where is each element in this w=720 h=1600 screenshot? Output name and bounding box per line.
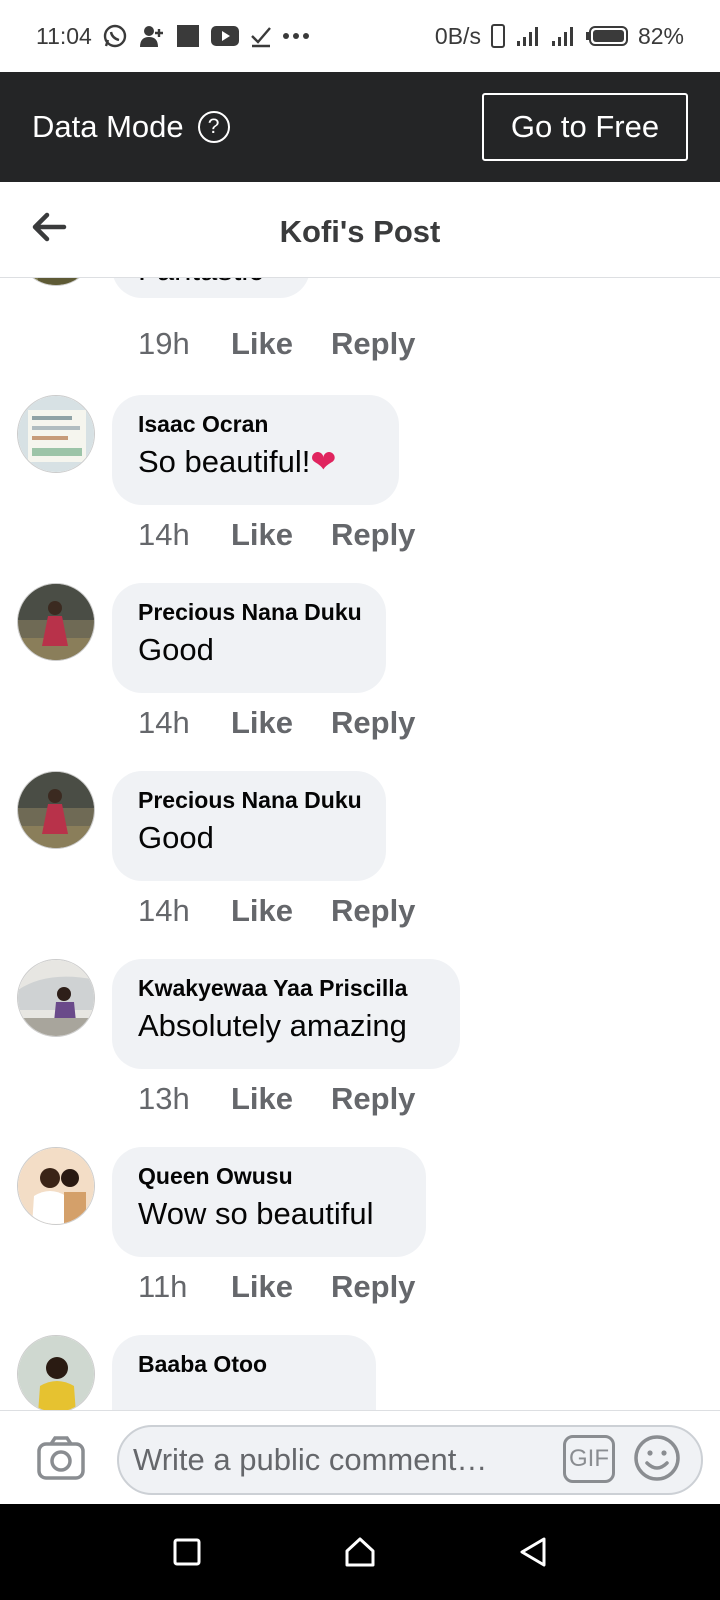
heart-emoji: ❤ bbox=[310, 444, 337, 479]
avatar[interactable] bbox=[17, 395, 95, 473]
screen: 11:04 0B/s 82% Data Mode ? Go to Free Ko… bbox=[0, 0, 720, 1600]
avatar[interactable] bbox=[17, 278, 95, 286]
avatar[interactable] bbox=[17, 1147, 95, 1225]
comment-bubble[interactable]: Kwakyewaa Yaa Priscilla Absolutely amazi… bbox=[112, 959, 460, 1069]
comment-text: Good bbox=[138, 820, 214, 855]
comment-bubble[interactable]: Queen Owusu Wow so beautiful bbox=[112, 1147, 426, 1257]
phone-icon bbox=[490, 24, 506, 48]
comment-text: Fantastic bbox=[138, 278, 284, 288]
help-icon[interactable]: ? bbox=[197, 111, 230, 143]
comment-item: Baaba Otoo bbox=[0, 1335, 720, 1410]
avatar[interactable] bbox=[17, 959, 95, 1037]
comment-item: Kwakyewaa Yaa Priscilla Absolutely amazi… bbox=[0, 959, 720, 1139]
emoji-icon[interactable] bbox=[632, 1433, 682, 1483]
comment-author[interactable]: Baaba Otoo bbox=[138, 1351, 350, 1378]
comment-item: Isaac Ocran So beautiful!❤ 14h Like Repl… bbox=[0, 395, 720, 575]
comment-actions: 13h Like Reply bbox=[138, 1081, 415, 1117]
arrow-left-icon[interactable] bbox=[28, 206, 70, 248]
comment-list: Fantastic 19h Like Reply Isaac Ocran So … bbox=[0, 278, 720, 1410]
comment-time[interactable]: 13h bbox=[138, 1081, 231, 1117]
reply-button[interactable]: Reply bbox=[331, 893, 415, 929]
comment-input[interactable]: Write a public comment… bbox=[117, 1425, 703, 1495]
add-user-icon bbox=[138, 23, 166, 49]
like-button[interactable]: Like bbox=[231, 1081, 331, 1117]
battery-icon bbox=[585, 24, 629, 48]
like-button[interactable]: Like bbox=[231, 893, 331, 929]
comment-item: Precious Nana Duku Good 14h Like Reply bbox=[0, 771, 720, 951]
gif-icon[interactable]: GIF bbox=[563, 1435, 615, 1483]
comment-actions: 14h Like Reply bbox=[138, 705, 415, 741]
comment-author[interactable]: Precious Nana Duku bbox=[138, 787, 362, 814]
square-icon bbox=[173, 1538, 201, 1566]
signal-icon bbox=[515, 24, 541, 48]
home-icon bbox=[345, 1537, 375, 1567]
post-header: Kofi's Post bbox=[0, 182, 720, 278]
camera-icon[interactable] bbox=[36, 1435, 86, 1481]
like-button[interactable]: Like bbox=[231, 326, 331, 362]
comment-bubble[interactable]: Precious Nana Duku Good bbox=[112, 771, 386, 881]
comment-item: Fantastic 19h Like Reply bbox=[0, 278, 720, 368]
comment-text: Absolutely amazing bbox=[138, 1008, 407, 1043]
reply-button[interactable]: Reply bbox=[331, 705, 415, 741]
comment-bubble[interactable]: Isaac Ocran So beautiful!❤ bbox=[112, 395, 399, 505]
signal-icon bbox=[550, 24, 576, 48]
avatar[interactable] bbox=[17, 583, 95, 661]
comment-time[interactable]: 14h bbox=[138, 705, 231, 741]
back-button[interactable] bbox=[508, 1527, 558, 1577]
status-right: 0B/s 82% bbox=[435, 23, 684, 50]
data-mode-bar: Data Mode ? Go to Free bbox=[0, 72, 720, 182]
reply-button[interactable]: Reply bbox=[331, 1081, 415, 1117]
whatsapp-icon bbox=[102, 23, 128, 49]
square-icon bbox=[176, 24, 200, 48]
data-mode-title: Data Mode bbox=[32, 109, 184, 144]
comment-text: So beautiful! bbox=[138, 444, 311, 479]
status-left: 11:04 bbox=[36, 23, 310, 50]
like-button[interactable]: Like bbox=[231, 517, 331, 553]
page-title: Kofi's Post bbox=[279, 213, 441, 249]
comment-item: Queen Owusu Wow so beautiful 11h Like Re… bbox=[0, 1147, 720, 1327]
comment-actions: 14h Like Reply bbox=[138, 893, 415, 929]
like-button[interactable]: Like bbox=[231, 1269, 331, 1305]
comment-time[interactable]: 11h bbox=[138, 1269, 231, 1305]
comment-bubble[interactable]: Fantastic bbox=[112, 278, 310, 298]
home-button[interactable] bbox=[335, 1527, 385, 1577]
comment-item: Precious Nana Duku Good 14h Like Reply bbox=[0, 583, 720, 763]
reply-button[interactable]: Reply bbox=[331, 326, 415, 362]
comment-time[interactable]: 19h bbox=[138, 326, 231, 362]
comment-author[interactable]: Isaac Ocran bbox=[138, 411, 373, 438]
comment-bubble[interactable]: Baaba Otoo bbox=[112, 1335, 376, 1410]
avatar[interactable] bbox=[17, 1335, 95, 1410]
more-icon bbox=[282, 32, 310, 40]
reply-button[interactable]: Reply bbox=[331, 1269, 415, 1305]
status-bar: 11:04 0B/s 82% bbox=[0, 0, 720, 72]
comment-actions: 11h Like Reply bbox=[138, 1269, 415, 1305]
check-icon bbox=[250, 24, 272, 48]
comment-author[interactable]: Precious Nana Duku bbox=[138, 599, 362, 626]
go-to-free-button[interactable]: Go to Free bbox=[482, 93, 688, 161]
triangle-back-icon bbox=[520, 1537, 546, 1567]
comment-author[interactable]: Kwakyewaa Yaa Priscilla bbox=[138, 975, 434, 1002]
comment-actions: 19h Like Reply bbox=[138, 326, 415, 362]
battery-percent: 82% bbox=[637, 22, 684, 49]
status-time: 11:04 bbox=[36, 22, 92, 49]
comment-text-row: So beautiful!❤ bbox=[138, 444, 373, 480]
avatar[interactable] bbox=[17, 771, 95, 849]
comment-author[interactable]: Queen Owusu bbox=[138, 1163, 400, 1190]
system-nav-bar bbox=[0, 1504, 720, 1600]
help-icon-glyph: ? bbox=[207, 115, 220, 138]
comment-time[interactable]: 14h bbox=[138, 517, 231, 553]
comment-bubble[interactable]: Precious Nana Duku Good bbox=[112, 583, 386, 693]
comment-time[interactable]: 14h bbox=[138, 893, 231, 929]
comment-text: Wow so beautiful bbox=[138, 1196, 374, 1231]
like-button[interactable]: Like bbox=[231, 705, 331, 741]
net-speed: 0B/s bbox=[434, 22, 481, 49]
reply-button[interactable]: Reply bbox=[331, 517, 415, 553]
youtube-icon bbox=[210, 24, 240, 48]
comment-actions: 14h Like Reply bbox=[138, 517, 415, 553]
comment-composer: Write a public comment… GIF bbox=[0, 1410, 720, 1504]
recents-button[interactable] bbox=[162, 1527, 212, 1577]
comment-text: Good bbox=[138, 632, 214, 667]
